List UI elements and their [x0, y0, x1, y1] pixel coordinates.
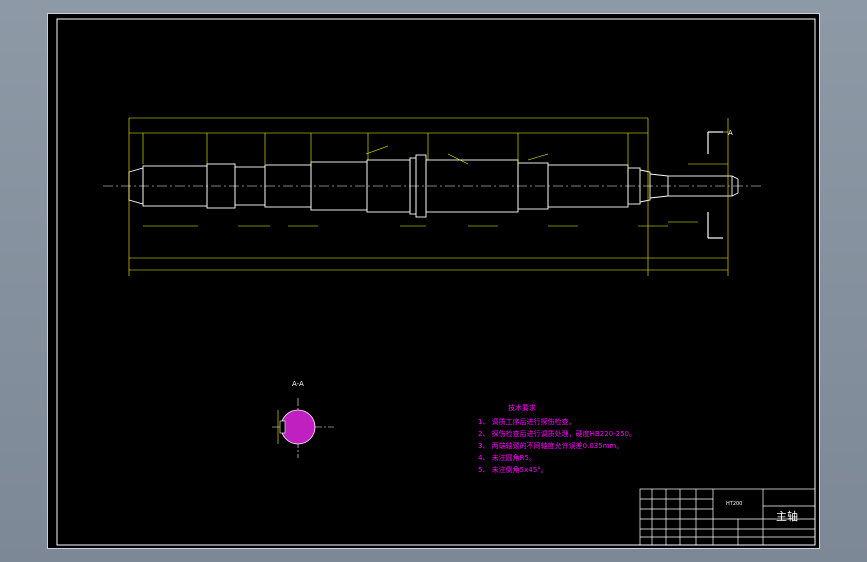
tech-item-4: 4、 未注圆角R5。: [478, 453, 536, 462]
tech-item-1: 1、 调质工序后进行探伤检查。: [478, 417, 576, 426]
section-circle: [280, 409, 316, 445]
tech-item-3: 3、 两端轴颈的不同轴度允许误差0.035mm。: [478, 441, 623, 450]
part-name: 主轴: [776, 509, 798, 523]
view-label: A: [728, 129, 733, 137]
shaft-drawing: A A-A 技术要求 1、 调质工序后进行探伤检查。 2、 探伤检查后进行调质处…: [56, 18, 816, 546]
section-view: A-A: [272, 380, 334, 458]
tech-heading: 技术要求: [508, 403, 536, 412]
dimension-lines: [128, 117, 729, 276]
scale-note: HT200: [726, 501, 742, 507]
cad-canvas[interactable]: A A-A 技术要求 1、 调质工序后进行探伤检查。 2、 探伤检查后进行调质处…: [47, 13, 820, 549]
tech-item-2: 2、 探伤检查后进行调质处理，硬度HB220-250。: [478, 429, 636, 438]
section-label: A-A: [292, 380, 304, 388]
section-cut-markers: [707, 131, 723, 239]
tech-item-5: 5、 未注倒角5x45°。: [478, 465, 548, 474]
drawing-border: [56, 18, 816, 546]
technical-requirements: 技术要求 1、 调质工序后进行探伤检查。 2、 探伤检查后进行调质处理，硬度HB…: [478, 403, 636, 474]
